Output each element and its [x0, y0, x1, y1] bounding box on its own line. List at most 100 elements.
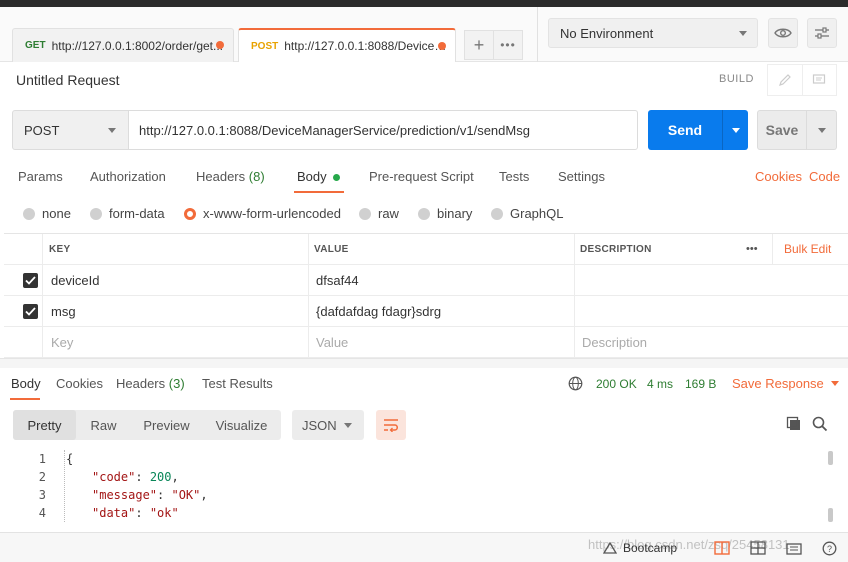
param-key[interactable]: deviceId	[51, 265, 99, 295]
response-tab-body[interactable]: Body	[11, 376, 41, 391]
code-line: 2 "code": 200,	[0, 468, 179, 486]
new-key-input[interactable]: Key	[51, 327, 73, 357]
body-type-binary[interactable]: binary	[418, 206, 472, 221]
response-time[interactable]: 4 ms	[647, 377, 673, 391]
response-tab-headers[interactable]: Headers (3)	[116, 376, 185, 391]
request-title[interactable]: Untitled Request	[16, 72, 120, 88]
param-key[interactable]: msg	[51, 296, 76, 326]
pencil-icon	[778, 74, 791, 86]
param-value[interactable]: dfsaf44	[316, 265, 359, 295]
response-tab-test-results[interactable]: Test Results	[202, 376, 273, 391]
copy-icon[interactable]	[786, 416, 802, 432]
request-tab-get[interactable]: GET http://127.0.0.1:8002/order/get...	[12, 28, 234, 62]
tab-headers-count: (8)	[248, 169, 265, 184]
comments-button[interactable]	[801, 65, 837, 95]
new-value-input[interactable]: Value	[316, 327, 348, 357]
row-checkbox-cell	[23, 296, 38, 326]
tab-headers[interactable]: Headers (8)	[196, 169, 265, 184]
view-pretty-button[interactable]: Pretty	[13, 410, 76, 440]
body-type-urlencoded[interactable]: x-www-form-urlencoded	[184, 206, 341, 221]
tab-tests[interactable]: Tests	[499, 169, 529, 184]
col-divider	[42, 265, 43, 295]
tab-settings[interactable]: Settings	[558, 169, 605, 184]
column-options-button[interactable]: •••	[746, 234, 758, 264]
json-punct: ,	[200, 488, 208, 502]
col-divider	[574, 296, 575, 326]
editor-scrollbar-top[interactable]	[828, 451, 833, 465]
save-button[interactable]: Save	[757, 110, 807, 150]
checkbox-checked-icon[interactable]	[23, 303, 38, 319]
environment-quick-look-button[interactable]	[768, 18, 798, 48]
radio-label: raw	[378, 206, 399, 221]
response-status-code[interactable]: 200 OK	[596, 377, 637, 391]
send-options-button[interactable]	[722, 110, 748, 150]
code-text: "data": "ok"	[92, 506, 179, 520]
build-mode-label[interactable]: BUILD	[719, 73, 754, 85]
view-raw-button[interactable]: Raw	[76, 410, 131, 440]
chevron-down-icon	[817, 127, 826, 133]
view-visualize-button[interactable]: Visualize	[202, 410, 281, 440]
radio-label: none	[42, 206, 71, 221]
more-tabs-button[interactable]: •••	[493, 30, 523, 60]
body-active-dot-icon	[332, 174, 340, 182]
help-icon[interactable]: ?	[822, 541, 837, 556]
search-icon[interactable]	[812, 416, 828, 432]
body-type-none[interactable]: none	[23, 206, 71, 221]
response-headers-label: Headers	[116, 376, 166, 391]
unsaved-dot-icon	[438, 42, 446, 50]
tab-body[interactable]: Body	[297, 169, 340, 184]
request-url-value: http://127.0.0.1:8088/DeviceManagerServi…	[139, 122, 530, 138]
tab-headers-label: Headers	[196, 169, 246, 184]
body-type-raw[interactable]: raw	[359, 206, 399, 221]
request-tab-post[interactable]: POST http://127.0.0.1:8088/DeviceM...	[238, 28, 456, 62]
new-description-input[interactable]: Description	[582, 327, 647, 357]
tab-url: http://127.0.0.1:8002/order/get...	[51, 38, 224, 53]
wrap-lines-button[interactable]	[376, 410, 406, 440]
col-divider	[42, 327, 43, 357]
view-mode-group: Pretty Raw Preview Visualize	[13, 410, 281, 440]
tab-authorization[interactable]: Authorization	[90, 169, 166, 184]
view-preview-button[interactable]: Preview	[131, 410, 202, 440]
two-pane-view-icon[interactable]	[714, 541, 730, 555]
save-options-button[interactable]	[807, 110, 837, 150]
radio-icon	[491, 207, 503, 220]
comment-icon	[813, 74, 826, 84]
line-number: 1	[38, 452, 46, 466]
response-body-editor[interactable]: 1 { 2 "code": 200, 3 "message": "OK", 4 …	[0, 448, 848, 528]
request-url-input[interactable]: http://127.0.0.1:8088/DeviceManagerServi…	[128, 110, 638, 150]
globe-icon[interactable]	[568, 376, 583, 391]
layout-icon[interactable]	[750, 541, 766, 555]
param-value[interactable]: {dafdafdag fdagr}sdrg	[316, 296, 441, 326]
code-text: "message": "OK",	[92, 488, 208, 502]
pane-resize-handle[interactable]	[0, 358, 848, 368]
send-button[interactable]: Send	[648, 110, 722, 150]
body-type-graphql[interactable]: GraphQL	[491, 206, 563, 221]
chevron-down-icon	[344, 423, 352, 428]
tab-params[interactable]: Params	[18, 169, 63, 184]
manage-environments-button[interactable]	[807, 18, 837, 48]
bootcamp-button[interactable]: Bootcamp	[603, 541, 677, 555]
body-params-table: KEY VALUE DESCRIPTION ••• Bulk Edit devi…	[4, 233, 848, 358]
body-type-form-data[interactable]: form-data	[90, 206, 165, 221]
code-link[interactable]: Code	[809, 169, 840, 184]
bootcamp-label: Bootcamp	[623, 541, 678, 555]
save-response-button[interactable]: Save Response	[732, 376, 839, 391]
response-tab-cookies[interactable]: Cookies	[56, 376, 103, 391]
col-divider	[308, 265, 309, 295]
checkbox-checked-icon[interactable]	[23, 272, 38, 288]
chevron-down-icon	[830, 381, 839, 386]
sliders-icon	[815, 27, 829, 39]
environment-select[interactable]: No Environment	[548, 18, 758, 48]
http-method-select[interactable]: POST	[12, 110, 129, 150]
bulk-edit-link[interactable]: Bulk Edit	[784, 234, 831, 264]
save-response-label: Save Response	[732, 376, 824, 391]
new-tab-button[interactable]: +	[464, 30, 494, 60]
response-size[interactable]: 169 B	[685, 377, 716, 391]
cookies-link[interactable]: Cookies	[755, 169, 802, 184]
tab-pre-request-script[interactable]: Pre-request Script	[369, 169, 474, 184]
editor-scrollbar-bottom[interactable]	[828, 508, 833, 522]
chevron-down-icon	[731, 127, 740, 133]
edit-button[interactable]	[768, 65, 802, 95]
format-select[interactable]: JSON	[292, 410, 364, 440]
keyboard-icon[interactable]	[786, 541, 802, 555]
